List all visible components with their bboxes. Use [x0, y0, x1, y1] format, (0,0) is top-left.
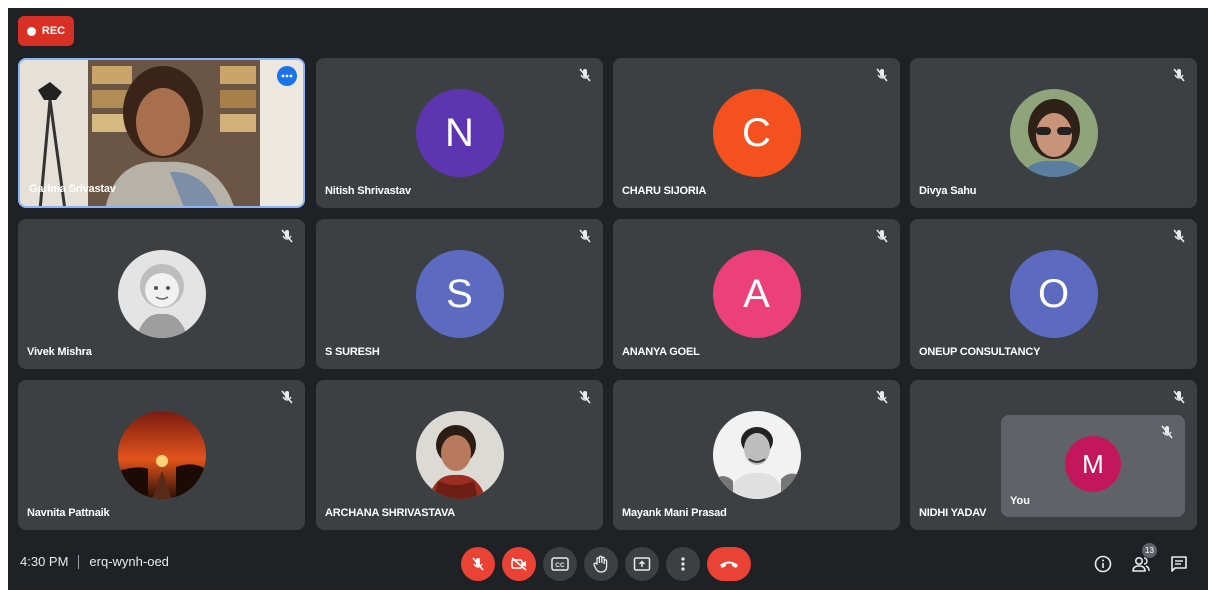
camera-toggle-button[interactable] — [502, 547, 536, 581]
divider — [78, 554, 80, 569]
avatar — [1009, 89, 1098, 177]
avatar: C — [712, 89, 801, 177]
more-vert-icon — [681, 557, 685, 571]
participant-tile-oneup[interactable]: O ONEUP CONSULTANCY — [910, 219, 1197, 369]
profile-photo — [117, 250, 206, 338]
avatar: N — [415, 89, 504, 177]
profile-photo — [712, 411, 801, 499]
raise-hand-button[interactable] — [584, 547, 618, 581]
participant-tile-garima[interactable]: Garima Srivastav — [18, 58, 305, 208]
more-horiz-icon — [281, 74, 293, 78]
participant-tile-ananya[interactable]: A ANANYA GOEL — [613, 219, 900, 369]
avatar — [117, 250, 206, 338]
avatar: A — [712, 250, 801, 338]
participant-name: Divya Sahu — [919, 185, 977, 197]
mic-off-icon — [281, 390, 293, 404]
chat-icon — [1171, 556, 1187, 572]
mic-off-icon — [876, 390, 888, 404]
recording-badge: REC — [18, 16, 74, 46]
present-screen-button[interactable] — [625, 547, 659, 581]
mic-off-icon — [579, 390, 591, 404]
record-dot-icon — [26, 26, 36, 36]
people-button[interactable]: 13 — [1128, 543, 1157, 577]
participant-name: Vivek Mishra — [27, 346, 92, 358]
mic-off-icon — [579, 229, 591, 243]
self-view-tile[interactable]: M You — [1001, 415, 1185, 517]
participant-name: ANANYA GOEL — [622, 346, 700, 358]
participant-tile-suresh[interactable]: S S SURESH — [316, 219, 603, 369]
present-screen-icon — [633, 557, 651, 571]
raise-hand-icon — [593, 555, 608, 573]
svg-text:CC: CC — [555, 562, 565, 569]
participant-tile-nitish[interactable]: N Nitish Shrivastav — [316, 58, 603, 208]
mic-off-icon — [1173, 68, 1185, 82]
mic-off-icon — [281, 229, 293, 243]
participant-tile-mayank[interactable]: Mayank Mani Prasad — [613, 380, 900, 530]
mic-off-icon — [472, 557, 484, 571]
participant-name: CHARU SIJORIA — [622, 185, 707, 197]
mic-off-icon — [1161, 425, 1173, 439]
profile-photo — [415, 411, 504, 499]
camera-off-icon — [511, 557, 527, 571]
recording-label: REC — [41, 25, 66, 37]
participant-name: Navnita Pattnaik — [27, 507, 110, 519]
participant-name: NIDHI YADAV — [919, 507, 987, 519]
mic-off-icon — [1173, 390, 1185, 404]
participant-tile-navnita[interactable]: Navnita Pattnaik — [18, 380, 305, 530]
participant-tile-divya[interactable]: Divya Sahu — [910, 58, 1197, 208]
participant-name: Mayank Mani Prasad — [622, 507, 727, 519]
chat-button[interactable] — [1166, 551, 1192, 577]
captions-button[interactable]: CC — [543, 547, 577, 581]
avatar — [712, 411, 801, 499]
avatar — [117, 411, 206, 499]
meeting-details-button[interactable] — [1090, 551, 1116, 577]
more-options-button[interactable] — [666, 547, 700, 581]
avatar: S — [415, 250, 504, 338]
mic-off-icon — [579, 68, 591, 82]
profile-photo — [117, 411, 206, 499]
participant-name: ARCHANA SHRIVASTAVA — [325, 507, 456, 519]
meeting-info: 4:30 PM erq-wynh-oed — [20, 554, 169, 569]
participant-tile-archana[interactable]: ARCHANA SHRIVASTAVA — [316, 380, 603, 530]
avatar: M — [1065, 436, 1121, 492]
meeting-code: erq-wynh-oed — [89, 554, 169, 569]
participant-tile-charu[interactable]: C CHARU SIJORIA — [613, 58, 900, 208]
participant-tile-vivek[interactable]: Vivek Mishra — [18, 219, 305, 369]
profile-photo — [1009, 89, 1098, 177]
hang-up-icon — [720, 561, 738, 568]
participant-name: Nitish Shrivastav — [325, 185, 411, 197]
participant-name: ONEUP CONSULTANCY — [919, 346, 1041, 358]
participant-name: S SURESH — [325, 346, 380, 358]
self-view-name: You — [1010, 495, 1030, 507]
mic-off-icon — [876, 229, 888, 243]
participant-name: Garima Srivastav — [29, 183, 116, 195]
captions-icon: CC — [551, 557, 569, 571]
mic-off-icon — [876, 68, 888, 82]
avatar — [415, 411, 504, 499]
avatar: O — [1009, 250, 1098, 338]
more-options-button[interactable] — [277, 66, 297, 86]
meeting-window: REC Garima Srivastav N Nitish Shrivastav… — [8, 8, 1208, 590]
info-icon — [1094, 555, 1112, 573]
hang-up-button[interactable] — [707, 547, 751, 581]
meeting-time: 4:30 PM — [20, 554, 69, 569]
people-count-badge: 13 — [1142, 543, 1157, 558]
mic-toggle-button[interactable] — [461, 547, 495, 581]
mic-off-icon — [1173, 229, 1185, 243]
